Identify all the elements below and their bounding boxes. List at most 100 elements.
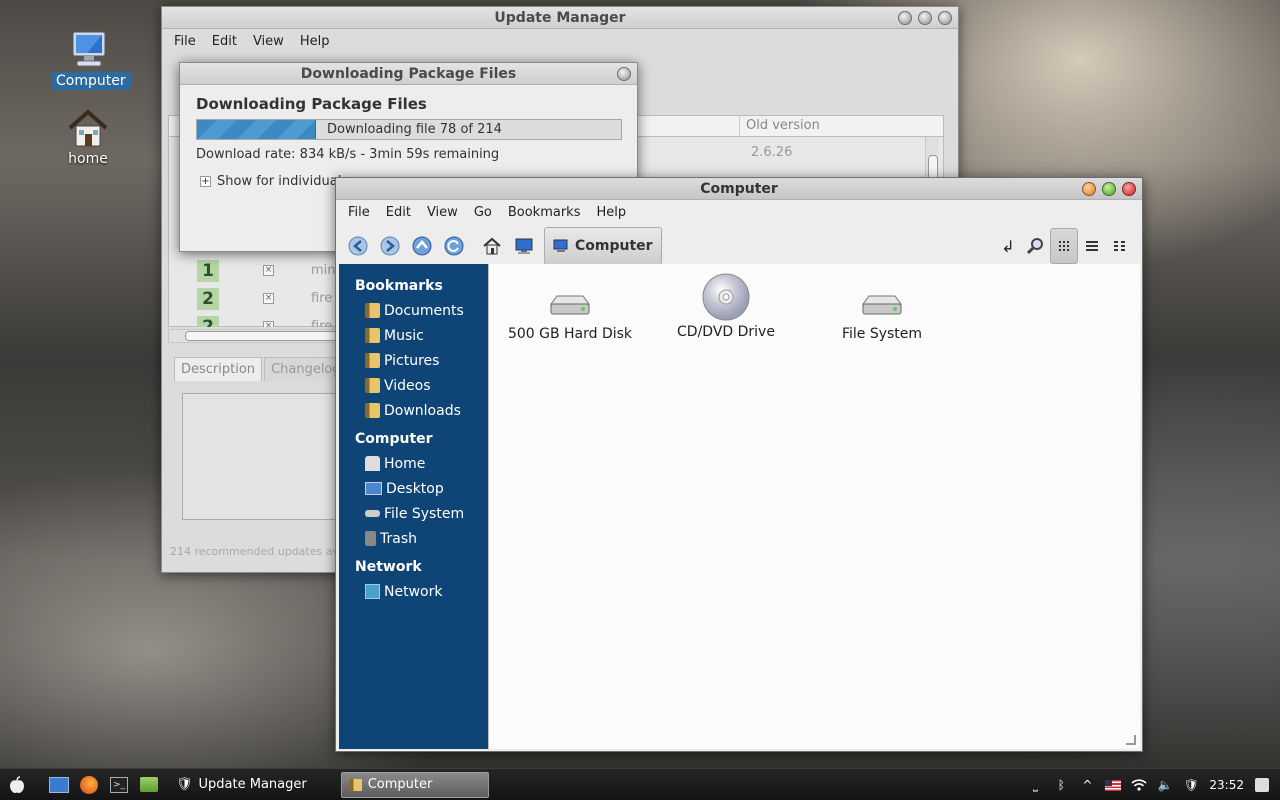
- package-name: min: [311, 263, 336, 278]
- location-toggle-button[interactable]: ↲: [994, 228, 1022, 264]
- progress-fill: [197, 120, 316, 139]
- back-button[interactable]: [344, 232, 372, 260]
- minimize-button[interactable]: [898, 11, 912, 25]
- computer-icon: [553, 239, 568, 252]
- bluetooth-icon[interactable]: ᛒ: [1053, 777, 1069, 793]
- power-icon[interactable]: [1254, 777, 1270, 793]
- file-item-hard-disk[interactable]: 500 GB Hard Disk: [495, 288, 645, 342]
- download-rate-text: Download rate: 834 kB/s - 3min 59s remai…: [196, 147, 500, 162]
- file-item-cd-dvd[interactable]: CD/DVD Drive: [651, 272, 801, 340]
- list-view-button[interactable]: [1078, 228, 1106, 264]
- update-checkbox[interactable]: ×: [263, 293, 274, 304]
- list-view-icon: [1086, 241, 1098, 251]
- desktop-icon-home[interactable]: home: [50, 108, 126, 168]
- update-checkbox[interactable]: ×: [263, 265, 274, 276]
- progress-text: Downloading file 78 of 214: [327, 122, 502, 137]
- menu-help[interactable]: Help: [292, 34, 338, 49]
- maximize-button[interactable]: [1102, 182, 1116, 196]
- task-label: Computer: [367, 777, 433, 792]
- videos-folder-icon: [365, 378, 380, 393]
- tab-description[interactable]: Description: [174, 357, 263, 381]
- sidebar-item-desktop[interactable]: Desktop: [339, 476, 488, 501]
- wifi-icon[interactable]: [1131, 777, 1147, 793]
- apple-menu-icon[interactable]: [6, 774, 28, 796]
- icon-view-button[interactable]: [1050, 228, 1078, 264]
- up-button[interactable]: [408, 232, 436, 260]
- folder-icon: [365, 303, 380, 318]
- home-button[interactable]: [478, 232, 506, 260]
- back-arrow-icon: [348, 236, 368, 256]
- sidebar-item-file-system[interactable]: File System: [339, 501, 488, 526]
- grid-view-icon: [1059, 241, 1069, 251]
- forward-button[interactable]: [376, 232, 404, 260]
- shield-icon[interactable]: 🛡: [1183, 777, 1199, 793]
- folder-icon: [349, 778, 362, 791]
- show-desktop-icon[interactable]: [48, 774, 70, 796]
- sidebar-item-label: Documents: [384, 302, 464, 319]
- clock[interactable]: 23:52: [1209, 778, 1244, 792]
- terminal-icon[interactable]: >_: [108, 774, 130, 796]
- sidebar-item-label: Home: [384, 455, 426, 472]
- menu-view[interactable]: View: [245, 34, 292, 49]
- computer-button[interactable]: [510, 232, 538, 260]
- column-header-old-version[interactable]: Old version: [739, 116, 935, 136]
- update-manager-titlebar[interactable]: Update Manager: [162, 7, 958, 29]
- update-checkbox[interactable]: ×: [263, 321, 274, 327]
- file-item-file-system[interactable]: File System: [807, 288, 957, 342]
- sidebar-item-downloads[interactable]: Downloads: [339, 398, 488, 423]
- package-name: fire: [311, 319, 333, 327]
- sidebar-item-home[interactable]: Home: [339, 451, 488, 476]
- menu-edit[interactable]: Edit: [378, 205, 419, 220]
- minimize-button[interactable]: [1082, 182, 1096, 196]
- sidebar-item-pictures[interactable]: Pictures: [339, 348, 488, 373]
- home-icon: [365, 456, 380, 471]
- computer-icon: [67, 30, 111, 70]
- menu-file[interactable]: File: [166, 34, 204, 49]
- file-manager-icon[interactable]: [138, 774, 160, 796]
- sidebar-item-documents[interactable]: Documents: [339, 298, 488, 323]
- desktop-icon-computer[interactable]: Computer: [51, 30, 131, 90]
- maximize-button[interactable]: [918, 11, 932, 25]
- sidebar-item-music[interactable]: Music: [339, 323, 488, 348]
- desktop-icon-label: home: [68, 151, 108, 167]
- sidebar-item-network[interactable]: Network: [339, 579, 488, 604]
- download-dialog-titlebar[interactable]: Downloading Package Files: [180, 63, 637, 85]
- menu-view[interactable]: View: [419, 205, 466, 220]
- computer-icon: [515, 238, 533, 254]
- us-flag-icon[interactable]: [1105, 777, 1122, 793]
- firefox-icon[interactable]: [78, 774, 100, 796]
- file-view[interactable]: 500 GB Hard Disk CD/DVD Drive File Syste…: [488, 264, 1140, 749]
- pictures-folder-icon: [365, 353, 380, 368]
- sidebar-item-trash[interactable]: Trash: [339, 526, 488, 551]
- close-button[interactable]: [938, 11, 952, 25]
- file-manager-titlebar[interactable]: Computer: [336, 178, 1142, 200]
- task-computer[interactable]: Computer: [340, 771, 489, 798]
- menu-file[interactable]: File: [340, 205, 378, 220]
- sidebar-item-videos[interactable]: Videos: [339, 373, 488, 398]
- close-button[interactable]: [1122, 182, 1136, 196]
- dialog-title: Downloading Package Files: [300, 66, 517, 82]
- volume-icon[interactable]: 🔈: [1157, 777, 1173, 793]
- menu-bookmarks[interactable]: Bookmarks: [500, 205, 589, 220]
- file-item-label: File System: [841, 326, 923, 342]
- sidebar-item-label: Network: [384, 583, 443, 600]
- old-version-cell: 2.6.26: [751, 145, 793, 160]
- file-item-label: 500 GB Hard Disk: [507, 326, 633, 342]
- keyboard-layout-icon[interactable]: ⎵: [1027, 777, 1043, 793]
- update-level: 2: [197, 288, 219, 310]
- sidebar-item-label: Trash: [380, 530, 417, 547]
- scrollbar-thumb[interactable]: [185, 331, 345, 341]
- menu-help[interactable]: Help: [588, 205, 634, 220]
- location-button[interactable]: Computer: [544, 227, 662, 265]
- chevron-up-icon[interactable]: ^: [1079, 777, 1095, 793]
- menu-go[interactable]: Go: [466, 205, 500, 220]
- menubar: File Edit View Go Bookmarks Help: [336, 200, 1142, 224]
- close-button[interactable]: [617, 67, 631, 81]
- reload-button[interactable]: [440, 232, 468, 260]
- task-update-manager[interactable]: 🛡 Update Manager: [168, 772, 315, 798]
- resize-grip[interactable]: [1126, 735, 1136, 745]
- location-label: Computer: [575, 238, 653, 254]
- compact-view-button[interactable]: [1106, 228, 1134, 264]
- search-button[interactable]: [1022, 228, 1050, 264]
- menu-edit[interactable]: Edit: [204, 34, 245, 49]
